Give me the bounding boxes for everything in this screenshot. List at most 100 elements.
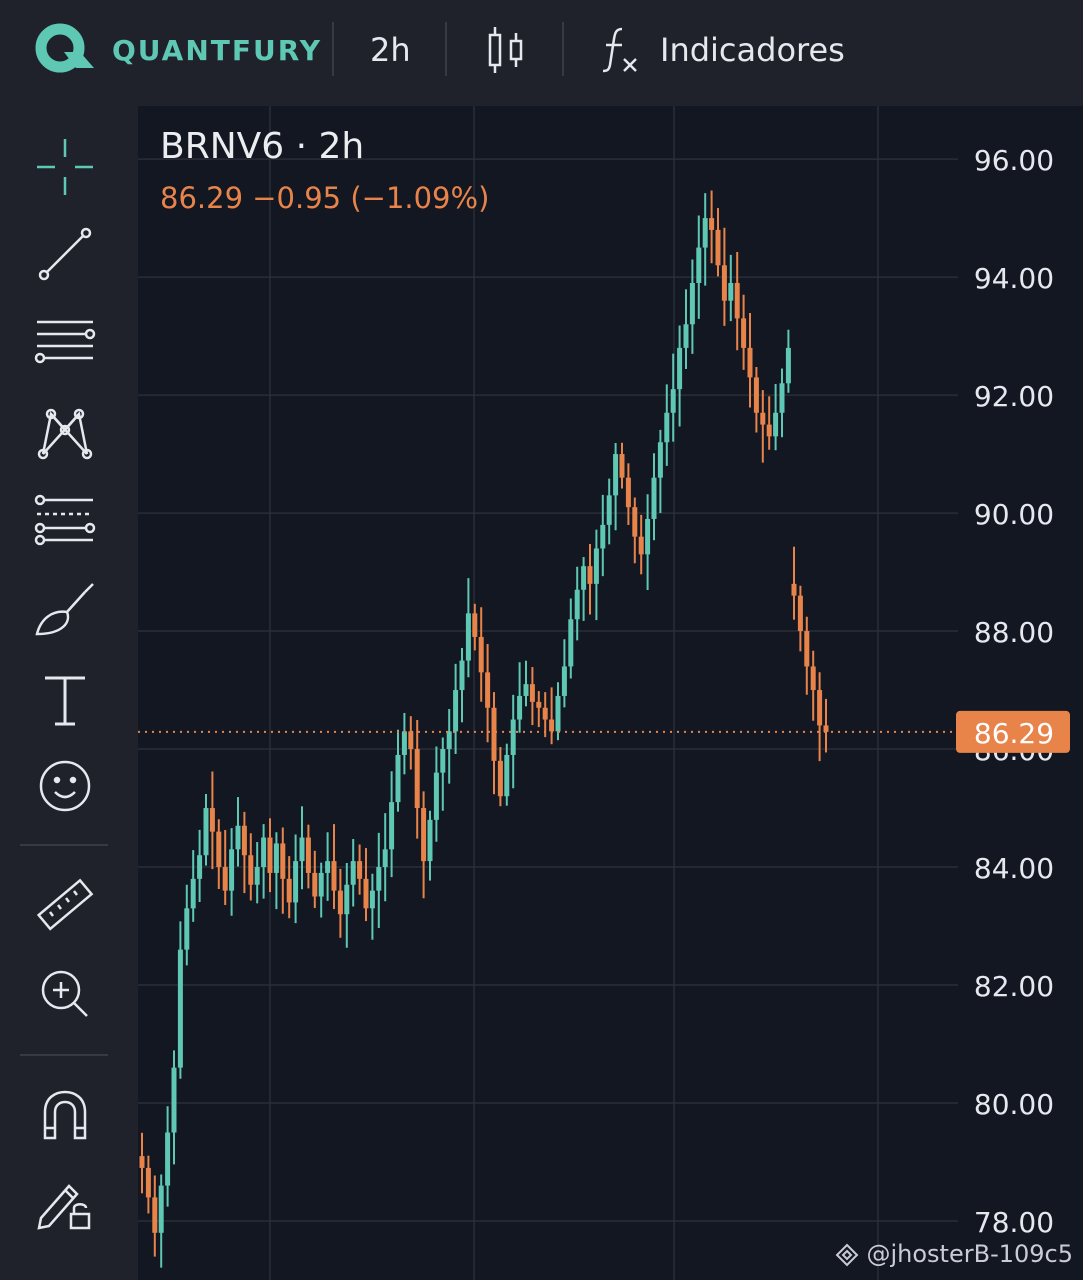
quote-label: 86.29 −0.95 (−1.09%) <box>160 181 490 215</box>
candle <box>804 616 810 695</box>
candle <box>728 254 734 322</box>
candle <box>600 494 606 577</box>
candle <box>165 1106 171 1207</box>
candle <box>267 818 273 893</box>
emoji-icon[interactable] <box>29 750 101 822</box>
candle <box>273 832 279 910</box>
candle <box>312 850 318 909</box>
sidebar-divider <box>20 1054 108 1056</box>
fib-icon[interactable] <box>29 484 101 556</box>
crosshair-icon[interactable] <box>29 131 101 203</box>
sidebar-divider <box>20 844 108 846</box>
candle <box>184 884 190 966</box>
y-tick-label: 78.00 <box>974 1206 1054 1239</box>
candle <box>293 834 299 924</box>
watermark-label: @jhosterB-109c5 <box>835 1240 1073 1268</box>
candle <box>408 716 414 770</box>
candle <box>280 827 286 914</box>
candle <box>478 607 484 702</box>
candle <box>286 856 292 919</box>
lock-drawings-icon[interactable] <box>29 1168 101 1240</box>
candle <box>587 543 593 615</box>
zoom-in-icon[interactable] <box>29 958 101 1030</box>
candle <box>318 862 324 918</box>
candle <box>241 811 247 894</box>
quantfury-logo-icon[interactable] <box>30 0 98 100</box>
y-tick-label: 90.00 <box>974 498 1054 531</box>
candle <box>414 719 420 839</box>
candle <box>677 325 683 427</box>
y-tick-label: 94.00 <box>974 262 1054 295</box>
candle <box>645 494 651 590</box>
candle <box>472 603 478 651</box>
interval-label: 2h <box>370 31 411 69</box>
brush-icon[interactable] <box>29 574 101 646</box>
candle <box>459 648 465 723</box>
candle <box>517 662 523 733</box>
candle <box>177 921 183 1079</box>
candle <box>497 747 503 807</box>
candle <box>433 746 439 842</box>
symbol-interval-label: BRNV6 · 2h <box>160 126 365 167</box>
price-chart[interactable]: 78.0080.0082.0084.0086.0088.0090.0092.00… <box>138 106 1083 1280</box>
binance-diamond-icon <box>835 1243 859 1267</box>
candle <box>152 1175 158 1257</box>
candle <box>606 478 612 545</box>
last-price-label: 86.29 <box>974 717 1054 750</box>
trend-line-icon[interactable] <box>29 218 101 290</box>
candle <box>683 289 689 369</box>
y-tick-label: 84.00 <box>974 852 1054 885</box>
candle <box>344 862 350 948</box>
candle <box>453 663 459 755</box>
candle <box>574 566 580 641</box>
candle <box>747 313 753 408</box>
candle <box>139 1132 145 1194</box>
candle <box>376 832 382 929</box>
candle <box>721 227 727 326</box>
candle <box>689 259 695 354</box>
candle <box>581 557 587 621</box>
candle <box>261 824 267 899</box>
candle <box>331 824 337 910</box>
candle <box>542 692 548 738</box>
candle <box>363 848 369 922</box>
candle <box>389 771 395 878</box>
pattern-icon[interactable] <box>29 396 101 468</box>
candle <box>766 396 772 450</box>
candle <box>203 793 209 866</box>
function-fx-icon <box>602 27 637 73</box>
candle <box>254 842 260 904</box>
candle <box>395 729 401 812</box>
candle <box>664 384 670 466</box>
candle <box>715 208 721 277</box>
text-icon[interactable] <box>29 664 101 736</box>
candle <box>465 578 471 678</box>
candle <box>369 873 375 940</box>
magnet-icon[interactable] <box>29 1080 101 1152</box>
candle <box>670 353 676 442</box>
candle <box>773 383 779 451</box>
interval-selector[interactable]: 2h <box>370 0 411 100</box>
candle <box>823 698 829 753</box>
y-tick-label: 96.00 <box>974 144 1054 177</box>
indicators-label: Indicadores <box>660 31 845 69</box>
candle <box>779 368 785 438</box>
candle <box>657 429 663 514</box>
candle <box>491 692 497 795</box>
candle <box>235 797 241 867</box>
candle <box>350 838 356 907</box>
candle <box>485 644 491 743</box>
candle <box>549 687 555 745</box>
candle <box>305 824 311 889</box>
candle <box>504 743 510 806</box>
chart-type-candles-icon[interactable] <box>486 0 526 100</box>
candle <box>427 810 433 881</box>
candle <box>625 463 631 525</box>
brand-name: QUANTFURY <box>112 33 323 67</box>
indicators-button[interactable]: Indicadores <box>600 0 845 100</box>
y-tick-label: 82.00 <box>974 970 1054 1003</box>
horizontal-lines-icon[interactable] <box>29 306 101 378</box>
candle <box>325 832 331 901</box>
candle <box>593 529 599 621</box>
ruler-icon[interactable] <box>29 870 101 942</box>
